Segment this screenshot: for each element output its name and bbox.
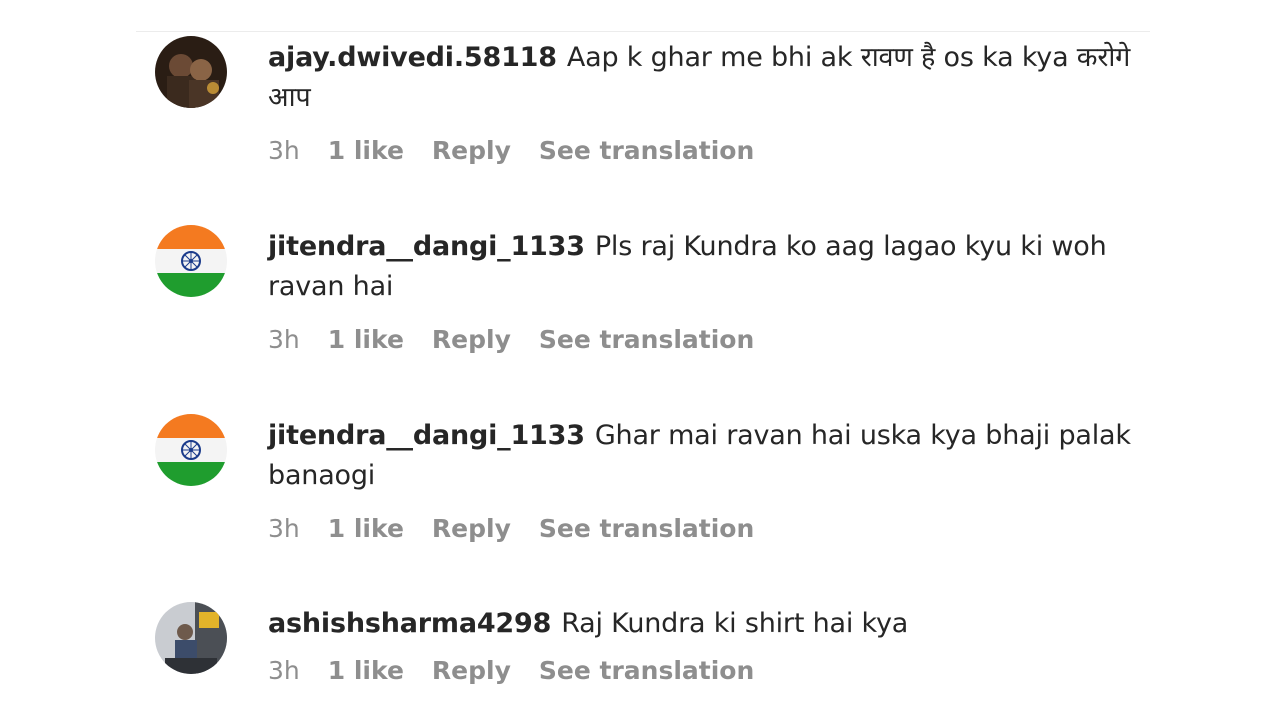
avatar[interactable] [155, 414, 227, 486]
comment-time[interactable]: 3h [268, 136, 300, 165]
photo-person-avatar-icon [155, 602, 227, 674]
comment-username[interactable]: ashishsharma4298 [268, 608, 551, 639]
comment-likes[interactable]: 1 like [328, 136, 404, 165]
comment-time[interactable]: 3h [268, 656, 300, 685]
comment-meta: 3h 1 like Reply See translation [268, 325, 1148, 354]
comment-body: Raj Kundra ki shirt hai kya [561, 608, 909, 639]
avatar[interactable] [155, 36, 227, 108]
india-flag-avatar-icon [155, 414, 227, 486]
see-translation-button[interactable]: See translation [539, 656, 754, 685]
comment-text: jitendra__dangi_1133 Ghar mai ravan hai u… [268, 416, 1148, 496]
comment-meta: 3h 1 like Reply See translation [268, 656, 1148, 685]
avatar[interactable] [155, 602, 227, 674]
comment-likes[interactable]: 1 like [328, 514, 404, 543]
comments-panel: ajay.dwivedi.58118 Aap k ghar me bhi ak र… [0, 0, 1280, 722]
comment-time[interactable]: 3h [268, 325, 300, 354]
comment-text: ashishsharma4298 Raj Kundra ki shirt hai … [268, 604, 1148, 644]
reply-button[interactable]: Reply [432, 136, 511, 165]
see-translation-button[interactable]: See translation [539, 325, 754, 354]
comment-time[interactable]: 3h [268, 514, 300, 543]
reply-button[interactable]: Reply [432, 325, 511, 354]
comment-likes[interactable]: 1 like [328, 325, 404, 354]
comment-username[interactable]: jitendra__dangi_1133 [268, 420, 585, 451]
comment-username[interactable]: ajay.dwivedi.58118 [268, 42, 557, 73]
india-flag-avatar-icon [155, 225, 227, 297]
avatar[interactable] [155, 225, 227, 297]
reply-button[interactable]: Reply [432, 656, 511, 685]
see-translation-button[interactable]: See translation [539, 514, 754, 543]
comment-meta: 3h 1 like Reply See translation [268, 136, 1148, 165]
comment-text: jitendra__dangi_1133 Pls raj Kundra ko aa… [268, 227, 1148, 307]
comment-text: ajay.dwivedi.58118 Aap k ghar me bhi ak र… [268, 38, 1148, 118]
reply-button[interactable]: Reply [432, 514, 511, 543]
top-divider [136, 31, 1150, 32]
comment-likes[interactable]: 1 like [328, 656, 404, 685]
see-translation-button[interactable]: See translation [539, 136, 754, 165]
photo-couple-avatar-icon [155, 36, 227, 108]
comment-meta: 3h 1 like Reply See translation [268, 514, 1148, 543]
comment-username[interactable]: jitendra__dangi_1133 [268, 231, 585, 262]
